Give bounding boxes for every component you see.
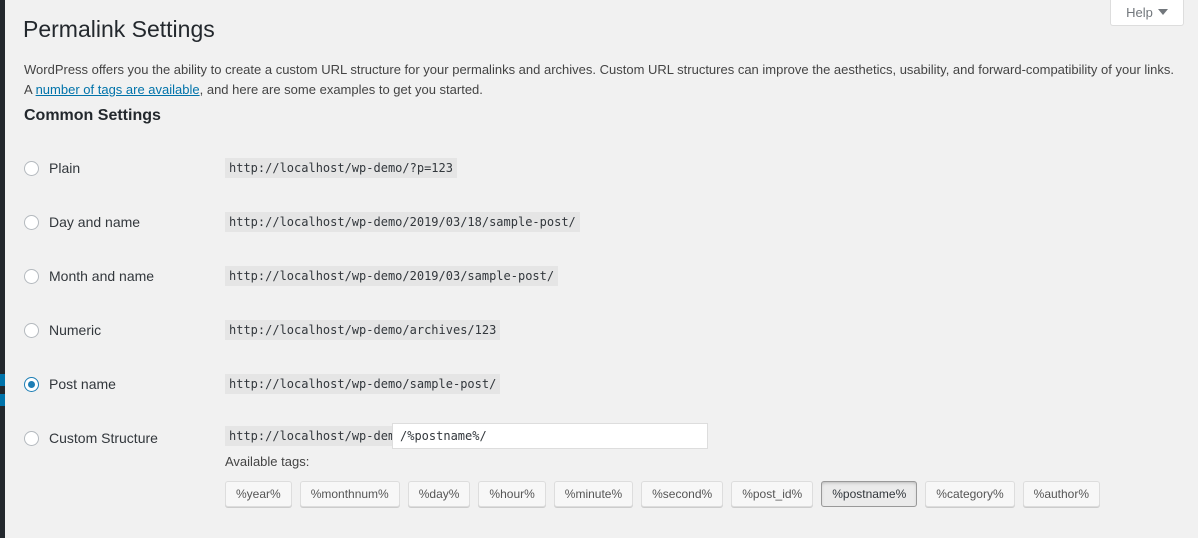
custom-structure-prefix: http://localhost/wp-demo [225,426,407,446]
tag-button[interactable]: %day% [407,481,471,507]
permalink-option-label: Day and name [49,214,141,230]
permalink-example-url: http://localhost/wp-demo/?p=123 [225,158,457,178]
radio-day-and-name[interactable] [24,214,39,230]
permalink-option-row[interactable]: Post name [24,372,116,396]
help-tab-label: Help [1126,4,1153,20]
permalink-option-row[interactable]: Plain [24,156,80,180]
permalink-example-url: http://localhost/wp-demo/2019/03/sample-… [225,266,559,286]
tag-button[interactable]: %monthnum% [299,481,400,507]
tag-button[interactable]: %second% [641,481,724,507]
permalink-option-label: Month and name [49,268,155,284]
permalink-example-url: http://localhost/wp-demo/archives/123 [225,320,501,340]
help-tab-button[interactable]: Help [1110,0,1184,26]
permalink-option-label: Numeric [49,322,102,338]
available-tags-label: Available tags: [225,454,310,469]
chevron-down-icon [1157,9,1168,15]
custom-structure-input[interactable] [392,423,708,449]
tag-button[interactable]: %postname% [821,481,918,507]
radio-month-and-name[interactable] [24,268,39,284]
tag-button[interactable]: %author% [1022,481,1101,507]
permalink-option-label: Plain [49,160,81,176]
permalink-option-label: Post name [49,376,116,392]
tag-button[interactable]: %category% [925,481,1015,507]
permalink-example-url: http://localhost/wp-demo/2019/03/18/samp… [225,212,580,232]
tag-button[interactable]: %post_id% [731,481,814,507]
radio-custom-structure[interactable] [24,430,39,446]
permalink-settings-page: Help Permalink Settings WordPress offers… [5,0,1198,538]
permalink-option-row[interactable]: Custom Structure [24,426,158,450]
available-tags-list: %year% %monthnum% %day% %hour% %minute% %seco… [225,481,1101,507]
intro-text-after: , and here are some examples to get you … [199,82,483,97]
permalink-option-row[interactable]: Numeric [24,318,101,342]
tag-button[interactable]: %year% [225,481,292,507]
permalink-option-row[interactable]: Month and name [24,264,154,288]
intro-paragraph: WordPress offers you the ability to crea… [24,60,1179,100]
radio-numeric[interactable] [24,322,39,338]
permalink-option-label: Custom Structure [49,430,158,446]
radio-post-name[interactable] [24,376,39,392]
permalink-example-url: http://localhost/wp-demo/sample-post/ [225,374,501,394]
tag-button[interactable]: %minute% [553,481,634,507]
page-title: Permalink Settings [23,16,215,42]
radio-plain[interactable] [24,160,39,176]
available-tags-link[interactable]: number of tags are available [36,82,200,97]
tag-button[interactable]: %hour% [478,481,546,507]
section-title-common-settings: Common Settings [24,107,161,124]
permalink-option-row[interactable]: Day and name [24,210,140,234]
